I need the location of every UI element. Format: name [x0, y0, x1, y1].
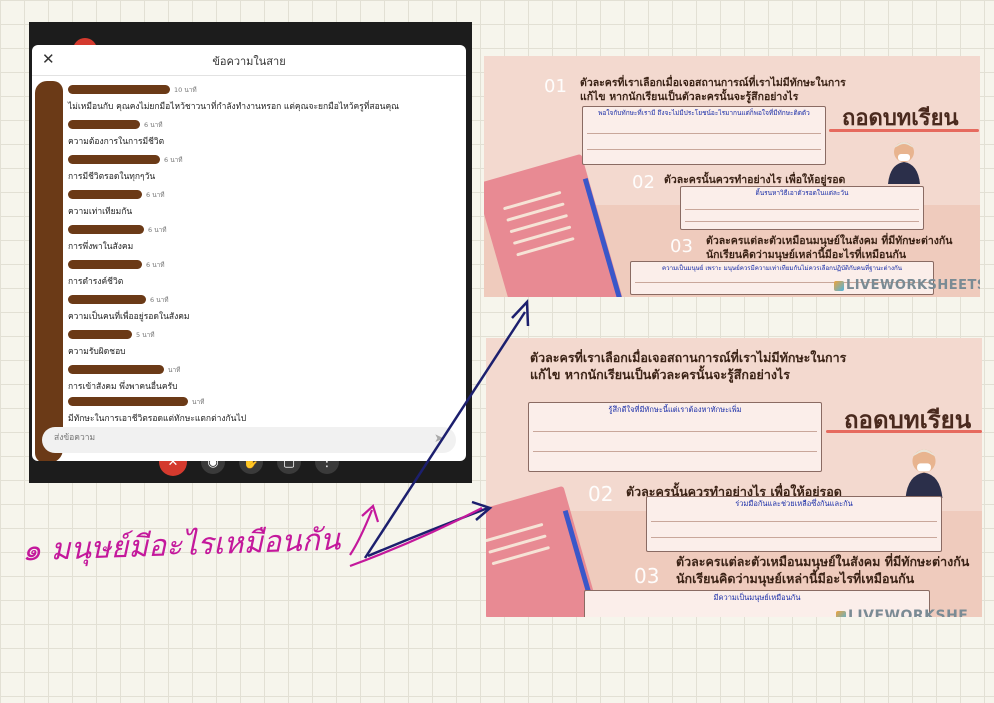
message-text: การพึ่งพาในสังคม [68, 242, 134, 252]
answer-box-2[interactable]: ดิ้นรนหาวิธีเอาตัวรอดในแต่ละวัน [680, 186, 924, 230]
answer-line [651, 521, 937, 522]
chat-message: 6 นาที การพึ่งพาในสังคม [68, 225, 458, 259]
pen-arrow [349, 504, 483, 568]
chat-message: 6 นาที ความเท่าเทียมกัน [68, 190, 458, 224]
message-time: 6 นาที [150, 296, 169, 304]
message-text: ความเป็นคนที่เพื่ออยู่รอดในสังคม [68, 312, 190, 322]
answer-line [533, 431, 817, 432]
chat-message: 6 นาที ความเป็นคนที่เพื่ออยู่รอดในสังคม [68, 295, 458, 329]
chat-message: 6 นาที ความต้องการในการมีชีวิต [68, 120, 458, 154]
message-text: การมีชีวิตรอดในทุกๆวัน [68, 172, 156, 182]
message-time: 6 นาที [164, 156, 183, 164]
message-time: 6 นาที [146, 191, 165, 199]
question-1: ตัวละครที่เราเลือกเมื่อเจอสถานการณ์ที่เร… [530, 350, 846, 384]
send-icon[interactable]: ➤ [434, 431, 444, 445]
message-time: นาที [192, 398, 205, 406]
message-time: 6 นาที [146, 261, 165, 269]
answer-text-2: ร่วมมือกันและช่วยเหลือซึ่งกันและกัน [735, 499, 853, 508]
redacted-sender [68, 85, 170, 94]
liveworksheets-logo: LIVEWORKSHE [836, 608, 968, 617]
message-text: ความเท่าเทียมกัน [68, 207, 133, 217]
chat-message: 6 นาที การดำรงค์ชีวิต [68, 260, 458, 294]
answer-line [533, 451, 817, 452]
chat-message: 5 นาที ความรับผิดชอบ [68, 330, 458, 364]
question-number: 01 [544, 76, 567, 97]
redacted-sender [68, 225, 144, 234]
answer-box-2[interactable]: ร่วมมือกันและช่วยเหลือซึ่งกันและกัน [646, 496, 942, 552]
worksheet-bottom: ตัวละครที่เราเลือกเมื่อเจอสถานการณ์ที่เร… [486, 338, 982, 617]
question-1-line-1: ตัวละครที่เราเลือกเมื่อเจอสถานการณ์ที่เร… [530, 350, 847, 365]
title-underline [826, 430, 982, 433]
message-time: 6 นาที [148, 226, 167, 234]
message-composer[interactable]: ➤ [42, 427, 456, 453]
message-text: การเข้าสังคม พึ่งพาคนอื่นครับ [68, 382, 178, 392]
answer-line [587, 149, 821, 150]
question-3: ตัวละครแต่ละตัวเหมือนมนุษย์ในสังคม ที่มี… [706, 234, 952, 262]
chat-message: นาที มีทักษะในการเอาชีวิตรอดแต่ทักษะแตกต… [68, 397, 458, 431]
answer-text-1: พอใจกับทักษะที่เรามี ถึงจะไม่มีประโยชน์อ… [598, 109, 810, 117]
message-text: มีทักษะในการเอาชีวิตรอดแต่ทักษะแตกต่างกั… [68, 414, 247, 424]
redacted-sender [68, 295, 146, 304]
chat-message: 6 นาที การมีชีวิตรอดในทุกๆวัน [68, 155, 458, 189]
question-3-line-1: ตัวละครแต่ละตัวเหมือนมนุษย์ในสังคม ที่มี… [706, 235, 953, 247]
arrow-to-bottom-worksheet [367, 506, 489, 558]
in-call-messages-panel: ✕ ข้อความในสาย 10 นาที ไม่เหมือนกับ คุณค… [32, 45, 466, 461]
question-number: 02 [588, 482, 614, 506]
message-text: ความรับผิดชอบ [68, 347, 126, 357]
question-1-line-2: แก้ไข หากนักเรียนเป็นตัวละครนั้นจะรู้สึก… [530, 366, 790, 382]
message-time: นาที [168, 366, 181, 374]
arrowhead-top [511, 298, 530, 327]
redacted-sender [68, 365, 164, 374]
logo-text: LIVEWORKSHE [848, 608, 969, 617]
message-time: 10 นาที [174, 86, 197, 94]
question-1-line-2: แก้ไข หากนักเรียนเป็นตัวละครนั้นจะรู้สึก… [580, 91, 799, 104]
message-text: ความต้องการในการมีชีวิต [68, 137, 165, 147]
logo-text: LIVEWORKSHEETS [846, 278, 980, 293]
answer-box-1[interactable]: รู้สึกดีใจที่มีทักษะนี้แต่เราต้องหาทักษะ… [528, 402, 822, 472]
redacted-sender [68, 397, 188, 406]
answer-line [651, 537, 937, 538]
logo-icon [834, 280, 844, 291]
answer-text-3: มีความเป็นมนุษย์เหมือนกัน [713, 593, 801, 602]
message-text: ไม่เหมือนกับ คุณคงไม่ยกมือไหว้ชาวนาที่กำ… [68, 102, 400, 112]
question-1-line-1: ตัวละครที่เราเลือกเมื่อเจอสถานการณ์ที่เร… [580, 77, 846, 89]
question-3-line-2: นักเรียนคิดว่ามนุษย์เหล่านี้มีอะไรที่เหม… [676, 570, 915, 586]
question-number: 02 [632, 172, 655, 193]
answer-text-3: ความเป็นมนุษย์ เพราะ มนุษย์ควรมีความเท่า… [661, 265, 902, 272]
question-3-line-1: ตัวละครแต่ละตัวเหมือนมนุษย์ในสังคม ที่มี… [676, 554, 970, 569]
answer-box-1[interactable]: พอใจกับทักษะที่เรามี ถึงจะไม่มีประโยชน์อ… [582, 106, 826, 165]
question-number: 03 [634, 564, 660, 588]
answer-text-2: ดิ้นรนหาวิธีเอาตัวรอดในแต่ละวัน [755, 189, 849, 197]
character-illustration [888, 142, 920, 184]
liveworksheets-logo: LIVEWORKSHEETS [834, 278, 980, 293]
message-input[interactable] [52, 432, 416, 444]
message-time: 5 นาที [136, 331, 155, 339]
answer-text-1: รู้สึกดีใจที่มีทักษะนี้แต่เราต้องหาทักษะ… [608, 405, 742, 414]
answer-line [685, 209, 919, 210]
message-time: 6 นาที [144, 121, 163, 129]
worksheet-top: 01 ตัวละครที่เราเลือกเมื่อเจอสถานการณ์ที… [484, 56, 980, 297]
message-list: 10 นาที ไม่เหมือนกับ คุณคงไม่ยกมือไหว้ชา… [32, 77, 466, 427]
redacted-sender [68, 260, 142, 269]
redacted-sender [68, 120, 140, 129]
character-illustration [905, 449, 943, 498]
redaction-scribble [35, 81, 63, 461]
redacted-sender [68, 155, 160, 164]
question-3: ตัวละครแต่ละตัวเหมือนมนุษย์ในสังคม ที่มี… [676, 554, 969, 588]
answer-line [587, 133, 821, 134]
question-number: 03 [670, 236, 693, 257]
question-1: ตัวละครที่เราเลือกเมื่อเจอสถานการณ์ที่เร… [580, 76, 846, 104]
chat-header: ✕ ข้อความในสาย [32, 45, 466, 76]
redacted-sender [68, 330, 132, 339]
lesson-title: ถอดบทเรียน [844, 406, 972, 434]
chat-message: นาที การเข้าสังคม พึ่งพาคนอื่นครับ [68, 365, 458, 399]
message-text: การดำรงค์ชีวิต [68, 277, 124, 287]
answer-line [685, 221, 919, 222]
chat-message: 10 นาที ไม่เหมือนกับ คุณคงไม่ยกมือไหว้ชา… [68, 85, 458, 119]
chat-title: ข้อความในสาย [212, 55, 286, 68]
handwritten-note: ๑ มนุษย์มีอะไรเหมือนกัน [21, 522, 341, 569]
redacted-sender [68, 190, 142, 199]
logo-icon [836, 611, 846, 617]
